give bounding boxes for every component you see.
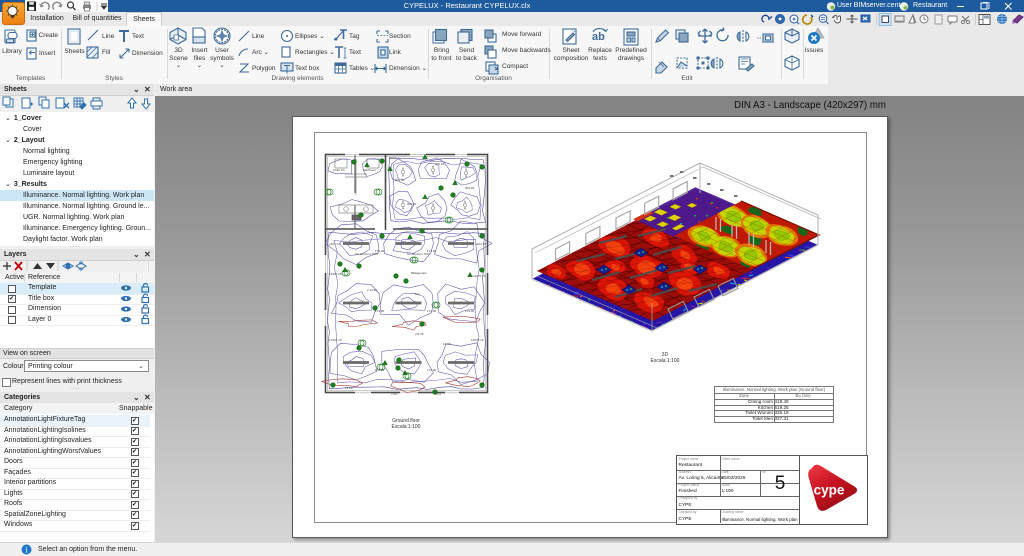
svg-text:14070.75: 14070.75 xyxy=(473,274,486,278)
svg-text:Bldiagonais: Bldiagonais xyxy=(411,271,427,275)
svg-text:Machines: Machines xyxy=(363,168,376,172)
svg-text:17004.70: 17004.70 xyxy=(329,338,342,342)
svg-text:174.00: 174.00 xyxy=(427,368,437,372)
svg-text:14.78: 14.78 xyxy=(443,342,451,346)
svg-text:909.04: 909.04 xyxy=(407,202,417,206)
svg-text:t=0.78: t=0.78 xyxy=(415,332,424,336)
svg-text:909.04: 909.04 xyxy=(395,178,405,182)
svg-text:cype: cype xyxy=(814,483,845,498)
svg-text:8.tp: 8.tp xyxy=(415,292,420,296)
svg-text:174.00: 174.00 xyxy=(375,368,385,372)
svg-text:174.00: 174.00 xyxy=(375,309,385,313)
svg-text:bm.kbp/lum.797h: bm.kbp/lum.797h xyxy=(407,252,430,256)
svg-text:909.04: 909.04 xyxy=(465,186,475,190)
svg-text:2.14.90: 2.14.90 xyxy=(367,288,377,292)
svg-text:Toilet Ch: Toilet Ch xyxy=(333,168,345,172)
svg-text:174.00: 174.00 xyxy=(465,309,475,313)
svg-text:1.04: 1.04 xyxy=(435,392,441,396)
svg-text:909.04: 909.04 xyxy=(435,162,445,166)
svg-text:174.00: 174.00 xyxy=(427,309,437,313)
svg-text:bm.kbp/lum.797h: bm.kbp/lum.797h xyxy=(355,252,378,256)
svg-text:14070.70: 14070.70 xyxy=(471,338,484,342)
svg-text:1407.73: 1407.73 xyxy=(329,242,340,246)
svg-text:14027.28: 14027.28 xyxy=(329,272,342,276)
svg-text:14.02: 14.02 xyxy=(345,386,353,390)
svg-text:1403.78: 1403.78 xyxy=(475,242,486,246)
svg-text:7.04: 7.04 xyxy=(391,392,397,396)
svg-text:DHM: DHM xyxy=(389,156,396,160)
